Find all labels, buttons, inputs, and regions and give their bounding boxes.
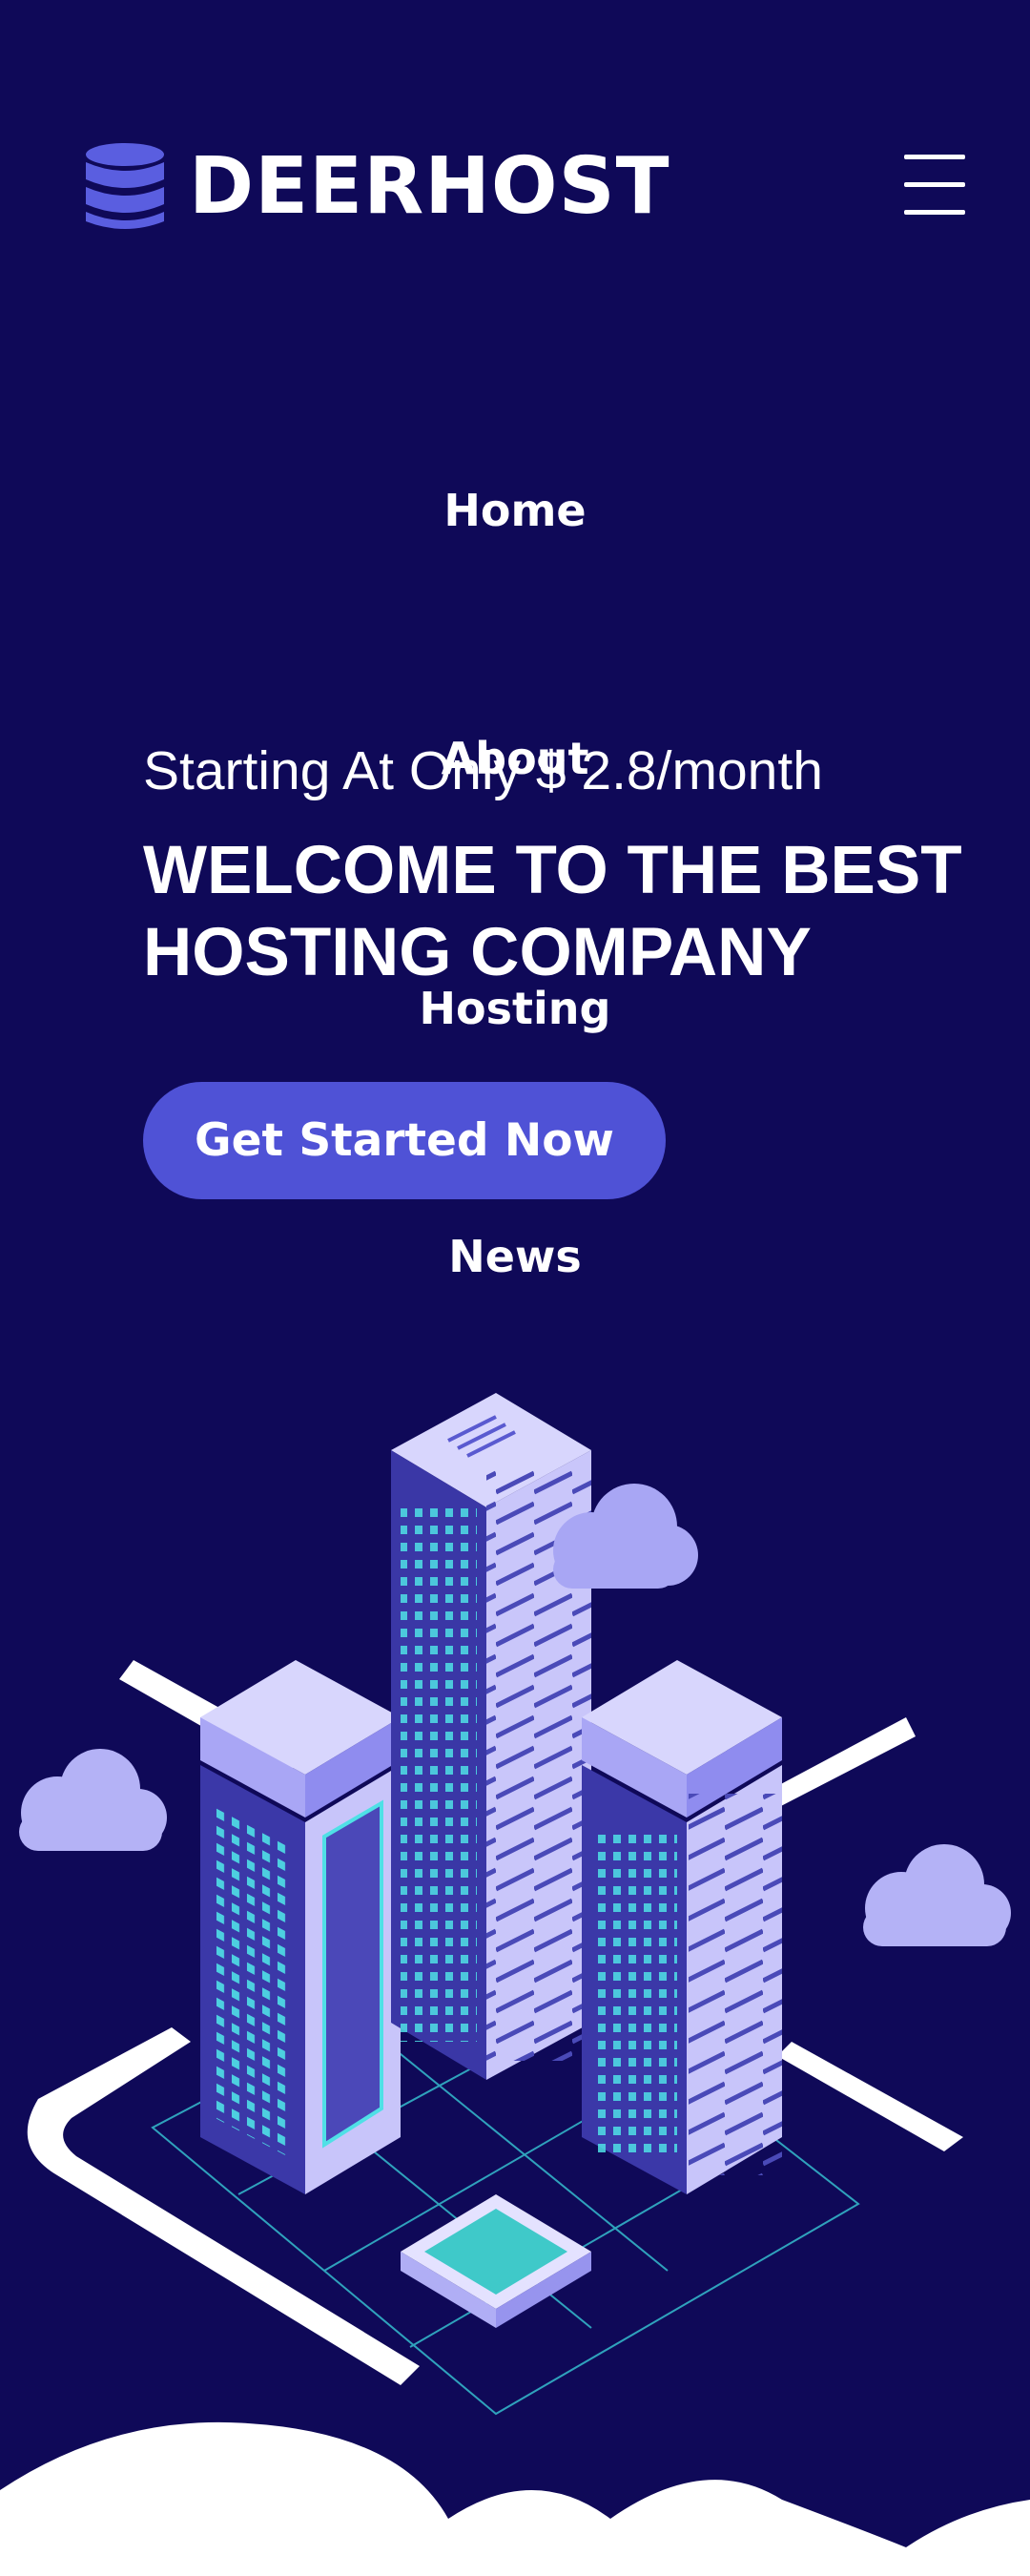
brand-logo-link[interactable]: DEERHOST — [84, 141, 670, 233]
server-city-illustration — [0, 1393, 1030, 2576]
nav-item-about[interactable]: About — [0, 733, 1030, 784]
database-icon — [86, 143, 164, 229]
hero-headline-line-1: WELCOME TO THE BEST — [143, 833, 962, 908]
central-pad — [401, 2194, 591, 2328]
hamburger-menu-icon[interactable] — [904, 155, 967, 216]
get-started-button[interactable]: Get Started Now — [143, 1082, 666, 1199]
brand-name: DEERHOST — [189, 141, 670, 232]
bottom-cloud-edge — [0, 2421, 1030, 2576]
nav-item-news[interactable]: News — [0, 1231, 1030, 1282]
cloud — [863, 1844, 1011, 1946]
left-building — [200, 1660, 401, 2194]
cloud — [19, 1749, 167, 1851]
central-tower — [391, 1393, 591, 2080]
nav-item-hosting[interactable]: Hosting — [0, 983, 1030, 1034]
hero-headline: WELCOME TO THE BEST HOSTING COMPANY — [143, 830, 1020, 994]
page: DEERHOST Starting At Only $ 2.8/month WE… — [0, 0, 1030, 2576]
hero-headline-line-2: HOSTING COMPANY — [143, 915, 812, 990]
site-header: DEERHOST — [0, 0, 1030, 248]
nav-item-home[interactable]: Home — [0, 485, 1030, 536]
right-building — [582, 1660, 782, 2194]
